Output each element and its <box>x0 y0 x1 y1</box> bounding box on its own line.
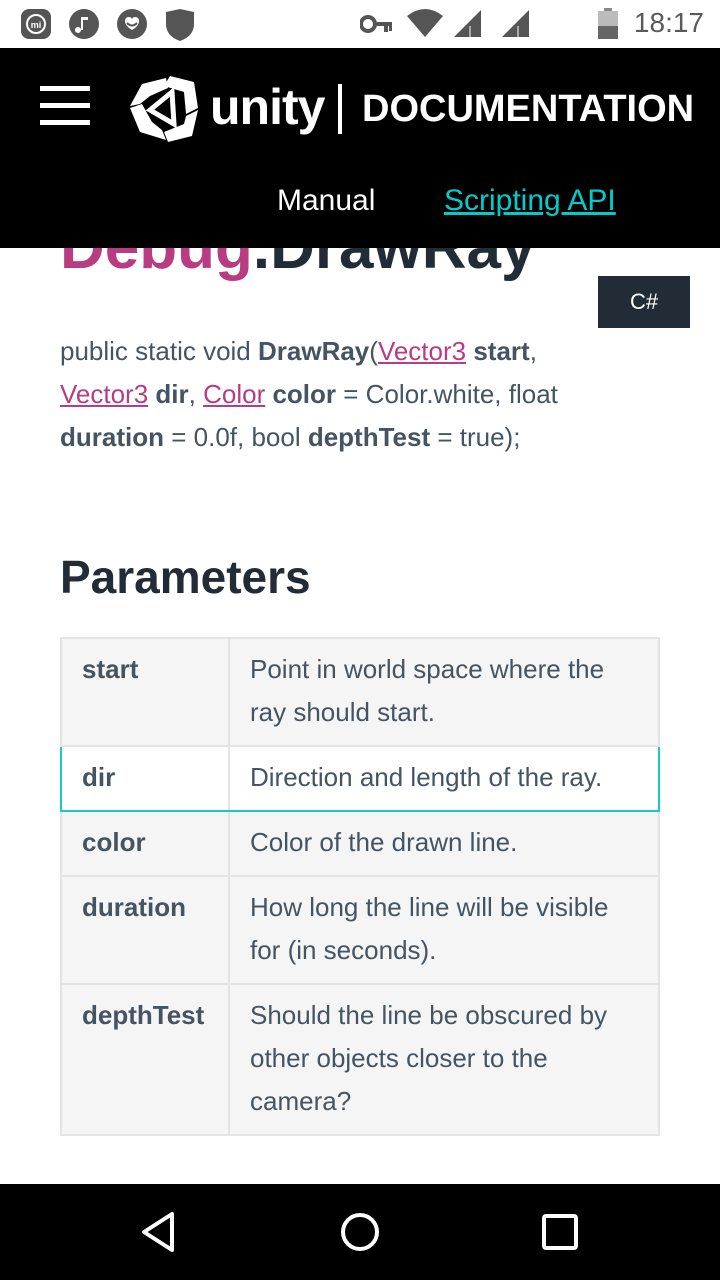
table-row: duration How long the line will be visib… <box>60 875 660 985</box>
param-description: Direction and length of the ray. <box>228 745 660 812</box>
signature-text: ( <box>369 336 378 366</box>
title-method: DrawRay <box>270 248 535 282</box>
table-row-highlighted: dir Direction and length of the ray. <box>60 745 660 812</box>
signal-icon <box>502 10 529 37</box>
battery-icon <box>598 8 618 39</box>
signature-arg: dir <box>155 379 189 409</box>
param-description: Color of the drawn line. <box>228 810 660 877</box>
param-name: color <box>60 810 230 877</box>
music-icon <box>69 9 99 39</box>
home-icon[interactable] <box>336 1208 384 1256</box>
language-switch-button[interactable]: C# <box>598 276 690 328</box>
method-signature: public static void DrawRay(Vector3 start… <box>60 330 620 459</box>
status-bar: mi 18:17 <box>0 0 720 48</box>
nav-scripting-api-link[interactable]: Scripting API <box>444 184 616 218</box>
signature-text: = true); <box>430 422 521 452</box>
signature-arg: color <box>272 379 337 409</box>
parameters-table: start Point in world space where the ray… <box>60 637 660 1136</box>
param-description: Should the line be obscured by other obj… <box>228 983 660 1136</box>
table-row: start Point in world space where the ray… <box>60 637 660 747</box>
signature-text: , <box>188 379 204 409</box>
title-class-link[interactable]: Debug <box>60 248 253 282</box>
param-name: start <box>60 637 230 747</box>
menu-bar <box>40 103 90 108</box>
heart-badge-icon <box>117 9 147 39</box>
shield-icon <box>166 9 194 41</box>
menu-bar <box>40 86 90 91</box>
param-name: duration <box>60 875 230 985</box>
param-name: depthTest <box>60 983 230 1136</box>
site-header: unity DOCUMENTATION Manual Scripting API <box>0 48 720 248</box>
signature-method: DrawRay <box>257 336 370 366</box>
unity-cube-icon <box>130 76 198 142</box>
type-link-vector3[interactable]: Vector3 <box>378 336 466 366</box>
signature-arg: duration <box>60 422 164 452</box>
type-link-vector3[interactable]: Vector3 <box>60 379 148 409</box>
signature-arg: depthTest <box>307 422 431 452</box>
recents-icon[interactable] <box>536 1208 584 1256</box>
signature-text: , <box>529 336 537 366</box>
signature-text: = Color.white, float <box>336 379 558 409</box>
logo-section-label: DOCUMENTATION <box>362 88 695 130</box>
param-name: dir <box>60 745 230 812</box>
key-icon <box>360 15 392 33</box>
mi-icon: mi <box>21 9 51 39</box>
signal-icon <box>454 10 481 37</box>
unity-logo[interactable]: unity DOCUMENTATION <box>128 74 694 144</box>
menu-bar <box>40 120 90 125</box>
parameters-heading: Parameters <box>60 551 311 603</box>
signature-text: public static void <box>60 336 258 366</box>
param-description: Point in world space where the ray shoul… <box>228 637 660 747</box>
table-row: depthTest Should the line be obscured by… <box>60 983 660 1136</box>
table-row: color Color of the drawn line. <box>60 810 660 877</box>
logo-divider <box>338 84 342 134</box>
main-content[interactable]: Debug.DrawRay C# public static void Draw… <box>0 248 720 1184</box>
system-nav-bar <box>0 1184 720 1280</box>
param-description: How long the line will be visible for (i… <box>228 875 660 985</box>
nav-manual-link[interactable]: Manual <box>277 184 375 218</box>
hamburger-menu-button[interactable] <box>40 86 90 126</box>
signature-text: = 0.0f, bool <box>164 422 308 452</box>
page-title: Debug.DrawRay <box>60 248 535 283</box>
logo-wordmark: unity <box>210 79 325 135</box>
clock: 18:17 <box>633 7 704 38</box>
signature-arg: start <box>473 336 530 366</box>
wifi-icon <box>407 9 443 37</box>
svg-text:mi: mi <box>31 20 42 30</box>
title-separator: . <box>253 248 270 282</box>
type-link-color[interactable]: Color <box>203 379 265 409</box>
back-icon[interactable] <box>136 1208 184 1256</box>
